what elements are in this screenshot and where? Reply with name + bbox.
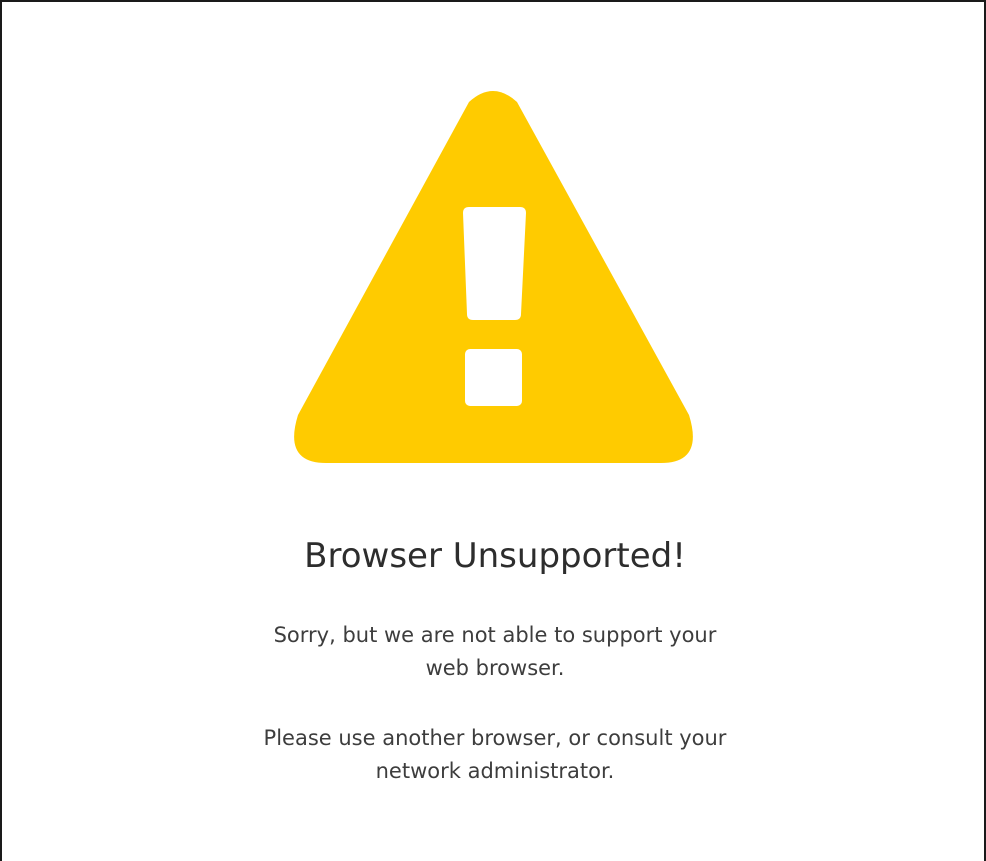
message-line: Please use another browser, or consult y… <box>263 726 727 750</box>
warning-triangle-icon <box>294 91 693 463</box>
message-line: network administrator. <box>375 759 615 783</box>
advice-message: Please use another browser, or consult y… <box>2 722 986 788</box>
unsupported-message: Sorry, but we are not able to support yo… <box>2 619 986 685</box>
page-frame: Browser Unsupported! Sorry, but we are n… <box>0 0 986 861</box>
message-line: Sorry, but we are not able to support yo… <box>273 623 717 647</box>
exclamation-bar <box>463 207 526 320</box>
page-title: Browser Unsupported! <box>304 536 686 576</box>
exclamation-dot <box>465 349 522 406</box>
message-line: web browser. <box>425 656 565 680</box>
